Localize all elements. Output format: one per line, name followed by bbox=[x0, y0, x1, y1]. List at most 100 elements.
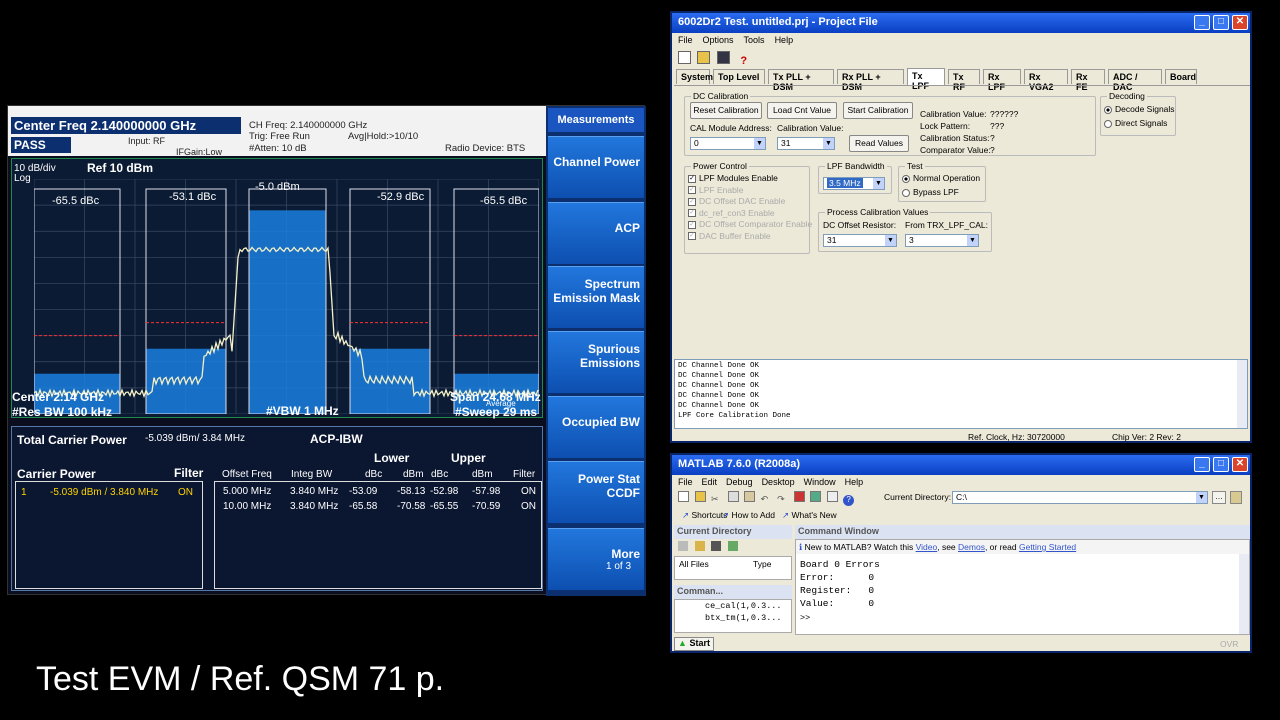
folder-icon[interactable] bbox=[678, 541, 688, 551]
new-file-icon[interactable] bbox=[678, 491, 689, 502]
demos-link[interactable]: Demos bbox=[958, 542, 985, 552]
menu-button-occupied-bw[interactable]: Occupied BW bbox=[548, 396, 644, 458]
video-link[interactable]: Video bbox=[916, 542, 938, 552]
menu-desktop[interactable]: Desktop bbox=[762, 477, 795, 487]
calibration-value-select[interactable]: 31 ▼ bbox=[777, 137, 835, 150]
whats-new-link[interactable]: ↗ What's New bbox=[782, 510, 837, 521]
history-item[interactable]: btx_tm(1,0.3... bbox=[705, 612, 782, 625]
redo-icon[interactable]: ↷ bbox=[777, 494, 788, 505]
reset-calibration-button[interactable]: Reset Calibration bbox=[690, 102, 762, 119]
guide-icon[interactable] bbox=[810, 491, 822, 502]
menu-button-channel-power[interactable]: Channel Power bbox=[548, 136, 644, 198]
tab-board[interactable]: Board bbox=[1165, 69, 1197, 84]
save-icon[interactable] bbox=[716, 51, 730, 64]
getting-started-link[interactable]: Getting Started bbox=[1019, 542, 1076, 552]
undo-icon[interactable]: ↶ bbox=[761, 494, 772, 505]
minimize-button[interactable]: _ bbox=[1194, 457, 1210, 472]
tab-rx-fe[interactable]: Rx FE bbox=[1071, 69, 1105, 92]
tab-tx-pll-dsm[interactable]: Tx PLL + DSM bbox=[768, 69, 834, 92]
offset-table-cell: -57.98 bbox=[472, 486, 501, 497]
maximize-button[interactable]: □ bbox=[1213, 15, 1229, 30]
profiler-icon[interactable] bbox=[826, 491, 838, 502]
command-prompt[interactable]: >> bbox=[800, 612, 810, 625]
open-folder-icon[interactable] bbox=[697, 51, 711, 64]
browse-button[interactable]: … bbox=[1212, 491, 1226, 504]
simulink-icon[interactable] bbox=[793, 491, 805, 502]
menu-edit[interactable]: Edit bbox=[702, 477, 718, 487]
bypass-lpf-radio[interactable]: Bypass LPF bbox=[902, 187, 959, 197]
how-to-add-link[interactable]: ↗ How to Add bbox=[722, 510, 775, 521]
close-button[interactable]: ✕ bbox=[1232, 15, 1248, 30]
lpf-bandwidth-select[interactable]: 3.5 MHz ▼ bbox=[823, 177, 885, 190]
command-scrollbar[interactable] bbox=[1239, 554, 1249, 634]
paste-icon[interactable] bbox=[744, 491, 756, 502]
menu-file[interactable]: File bbox=[678, 35, 693, 45]
menu-help[interactable]: Help bbox=[845, 477, 864, 487]
tab-adc-dac[interactable]: ADC / DAC bbox=[1108, 69, 1162, 92]
command-history-title: Comman... bbox=[677, 586, 724, 596]
menu-button-power-stat[interactable]: Power Stat CCDF bbox=[548, 461, 644, 523]
shortcuts-link[interactable]: ↗ Shortcuts bbox=[682, 510, 727, 521]
minimize-button[interactable]: _ bbox=[1194, 15, 1210, 30]
menu-button-spectrum[interactable]: Spectrum Emission Mask bbox=[548, 266, 644, 328]
read-values-button[interactable]: Read Values bbox=[849, 135, 909, 152]
menu-options[interactable]: Options bbox=[703, 35, 734, 45]
log-output[interactable]: DC Channel Done OK DC Channel Done OK DC C… bbox=[674, 359, 1248, 429]
tab-rx-vga2[interactable]: Rx VGA2 bbox=[1024, 69, 1068, 92]
menu-button-spurious[interactable]: Spurious Emissions bbox=[548, 331, 644, 393]
center-freq-display[interactable]: Center Freq 2.140000000 GHz bbox=[11, 117, 241, 134]
menu-tools[interactable]: Tools bbox=[744, 35, 765, 45]
help-icon[interactable]: ? bbox=[843, 495, 855, 506]
from-trx-select[interactable]: 3 ▼ bbox=[905, 234, 979, 247]
power-control-checkbox[interactable]: ✓ DC Offset DAC Enable bbox=[688, 196, 785, 206]
file-browser[interactable]: All Files Type bbox=[674, 556, 792, 580]
cut-icon[interactable]: ✂ bbox=[711, 494, 722, 505]
menu-button-acp[interactable]: ACP bbox=[548, 202, 644, 264]
help-icon[interactable]: ? bbox=[740, 55, 753, 68]
start-button[interactable]: ▲ Start bbox=[674, 637, 714, 651]
find-icon[interactable] bbox=[727, 541, 738, 551]
command-history-list[interactable]: ce_cal(1,0.3... btx_tm(1,0.3... bbox=[674, 599, 792, 633]
decode-signals-radio[interactable]: Decode Signals bbox=[1104, 104, 1175, 114]
copy-icon[interactable] bbox=[727, 491, 739, 502]
power-control-checkbox[interactable]: ✓ DAC Buffer Enable bbox=[688, 231, 771, 241]
menu-debug[interactable]: Debug bbox=[726, 477, 753, 487]
command-history-header[interactable]: Comman... bbox=[674, 585, 792, 599]
power-control-checkbox[interactable]: ✓ DC Offset Comparator Enable bbox=[688, 219, 812, 229]
menu-help[interactable]: Help bbox=[775, 35, 794, 45]
new-folder-icon[interactable] bbox=[694, 541, 705, 551]
tab-tx-rf[interactable]: Tx RF bbox=[948, 69, 980, 92]
close-button[interactable]: ✕ bbox=[1232, 457, 1248, 472]
power-control-checkbox[interactable]: ✓ LPF Modules Enable bbox=[688, 173, 778, 183]
tab-rx-pll-dsm[interactable]: Rx PLL + DSM bbox=[837, 69, 904, 92]
start-calibration-button[interactable]: Start Calibration bbox=[843, 102, 913, 119]
dc-offset-resistor-select[interactable]: 31 ▼ bbox=[823, 234, 897, 247]
all-files-header[interactable]: All Files bbox=[679, 559, 709, 569]
save-icon[interactable] bbox=[711, 541, 722, 551]
open-folder-icon[interactable] bbox=[694, 491, 706, 502]
menu-file[interactable]: File bbox=[678, 477, 693, 487]
tab-top-level[interactable]: Top Level bbox=[713, 69, 765, 84]
type-header[interactable]: Type bbox=[753, 559, 771, 569]
power-control-checkbox[interactable]: ✓ LPF Enable bbox=[688, 185, 743, 195]
command-window[interactable]: ℹ New to MATLAB? Watch this Video, see D… bbox=[795, 539, 1250, 635]
cal-module-address-label: CAL Module Address: bbox=[690, 123, 772, 133]
log-scrollbar[interactable] bbox=[1237, 360, 1247, 428]
normal-operation-radio[interactable]: Normal Operation bbox=[902, 173, 980, 183]
cal-module-address-select[interactable]: 0 ▼ bbox=[690, 137, 766, 150]
direct-signals-radio[interactable]: Direct Signals bbox=[1104, 118, 1167, 128]
load-cnt-value-button[interactable]: Load Cnt Value bbox=[767, 102, 837, 119]
menu-button-more[interactable]: More bbox=[548, 528, 644, 590]
tab-tx-lpf[interactable]: Tx LPF bbox=[907, 68, 945, 91]
tab-rx-lpf[interactable]: Rx LPF bbox=[983, 69, 1021, 92]
maximize-button[interactable]: □ bbox=[1213, 457, 1229, 472]
power-control-checkbox[interactable]: ✓ dc_ref_con3 Enable bbox=[688, 208, 775, 218]
menu-window[interactable]: Window bbox=[804, 477, 836, 487]
current-dir-input[interactable]: C:\ ▼ bbox=[952, 491, 1208, 504]
new-file-icon[interactable] bbox=[678, 51, 691, 64]
current-directory-panel-header[interactable]: Current Directory bbox=[674, 525, 792, 539]
folder-up-icon[interactable] bbox=[1230, 491, 1242, 504]
project-title-bar: 6002Dr2 Test. untitled.prj - Project Fil… bbox=[672, 13, 1250, 33]
tab-system[interactable]: System bbox=[676, 69, 713, 84]
command-window-header[interactable]: Command Window bbox=[795, 525, 1250, 539]
